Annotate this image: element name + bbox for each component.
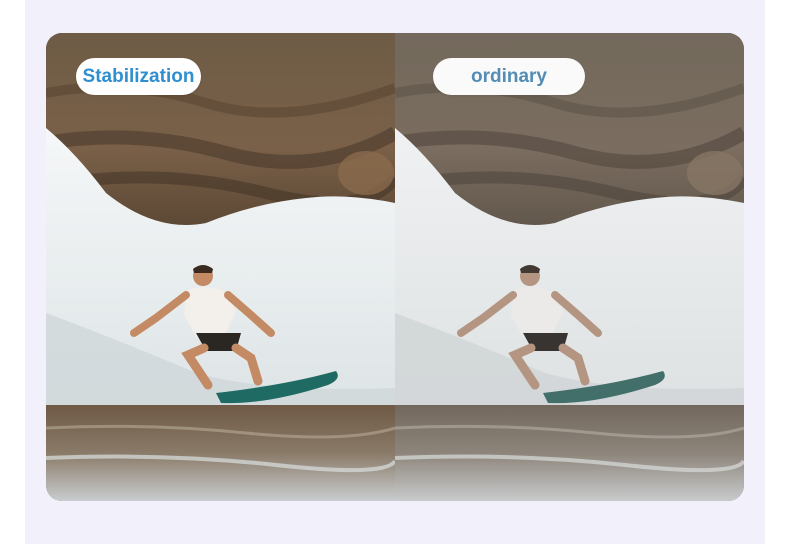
surf-scene-ordinary [395, 33, 744, 501]
surf-scene-stabilized [46, 33, 395, 501]
ordinary-photo: ordinary [395, 33, 744, 501]
wet-sand [46, 405, 395, 501]
comparison-image: Stabilization ordinary [46, 33, 744, 501]
stabilization-label: Stabilization [76, 58, 201, 95]
stabilization-photo: Stabilization [46, 33, 395, 501]
ordinary-label: ordinary [433, 58, 585, 95]
wet-sand [395, 405, 744, 501]
